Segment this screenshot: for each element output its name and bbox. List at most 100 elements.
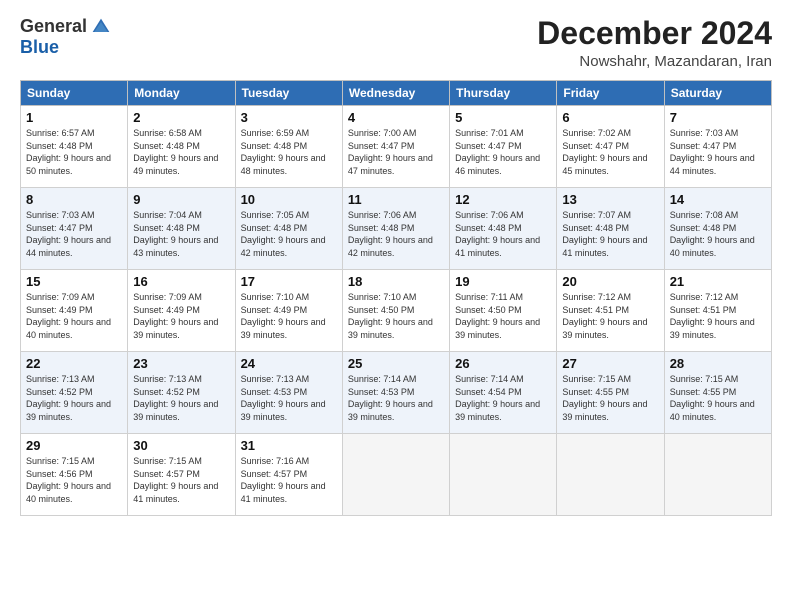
calendar-cell: 20Sunrise: 7:12 AMSunset: 4:51 PMDayligh… [557, 270, 664, 352]
calendar-cell: 12 Sunrise: 7:06 AMSunset: 4:48 PMDayligh… [450, 188, 557, 270]
day-number: 27 [562, 356, 658, 371]
calendar-cell [557, 434, 664, 516]
cell-info: Sunrise: 7:09 AMSunset: 4:49 PMDaylight:… [26, 291, 122, 341]
calendar-cell: 25 Sunrise: 7:14 AMSunset: 4:53 PMDayligh… [342, 352, 449, 434]
calendar-cell: 23 Sunrise: 7:13 AMSunset: 4:52 PMDayligh… [128, 352, 235, 434]
weekday-header-friday: Friday [557, 81, 664, 106]
calendar-cell: 30 Sunrise: 7:15 AMSunset: 4:57 PMDayligh… [128, 434, 235, 516]
day-number: 30 [133, 438, 229, 453]
title-block: December 2024 Nowshahr, Mazandaran, Iran [537, 16, 772, 70]
calendar-cell: 10 Sunrise: 7:05 AMSunset: 4:48 PMDayligh… [235, 188, 342, 270]
cell-info: Sunrise: 7:03 AMSunset: 4:47 PMDaylight:… [26, 209, 122, 259]
calendar-cell: 14 Sunrise: 7:08 AMSunset: 4:48 PMDayligh… [664, 188, 771, 270]
logo-general: General [20, 16, 87, 37]
cell-info: Sunrise: 7:13 AMSunset: 4:52 PMDaylight:… [133, 373, 229, 423]
calendar-cell: 31Sunrise: 7:16 AMSunset: 4:57 PMDayligh… [235, 434, 342, 516]
day-number: 25 [348, 356, 444, 371]
cell-info: Sunrise: 7:10 AMSunset: 4:49 PMDaylight:… [241, 291, 337, 341]
cell-info: Sunrise: 7:06 AMSunset: 4:48 PMDaylight:… [348, 209, 444, 259]
cell-info: Sunrise: 7:06 AMSunset: 4:48 PMDaylight:… [455, 209, 551, 259]
day-number: 9 [133, 192, 229, 207]
calendar-cell: 21Sunrise: 7:12 AMSunset: 4:51 PMDayligh… [664, 270, 771, 352]
calendar-cell [450, 434, 557, 516]
month-title: December 2024 [537, 16, 772, 51]
calendar-cell: 22 Sunrise: 7:13 AMSunset: 4:52 PMDayligh… [21, 352, 128, 434]
logo-blue: Blue [20, 37, 59, 58]
calendar-cell: 6 Sunrise: 7:02 AMSunset: 4:47 PMDaylight… [557, 106, 664, 188]
calendar-week-5: 29 Sunrise: 7:15 AMSunset: 4:56 PMDayligh… [21, 434, 772, 516]
day-number: 2 [133, 110, 229, 125]
calendar-cell: 18 Sunrise: 7:10 AMSunset: 4:50 PMDayligh… [342, 270, 449, 352]
calendar-week-2: 8 Sunrise: 7:03 AMSunset: 4:47 PMDaylight… [21, 188, 772, 270]
calendar-cell: 16 Sunrise: 7:09 AMSunset: 4:49 PMDayligh… [128, 270, 235, 352]
cell-info: Sunrise: 7:05 AMSunset: 4:48 PMDaylight:… [241, 209, 337, 259]
cell-info: Sunrise: 7:02 AMSunset: 4:47 PMDaylight:… [562, 127, 658, 177]
cell-info: Sunrise: 6:57 AMSunset: 4:48 PMDaylight:… [26, 127, 122, 177]
day-number: 19 [455, 274, 551, 289]
calendar-cell: 28 Sunrise: 7:15 AMSunset: 4:55 PMDayligh… [664, 352, 771, 434]
page: General Blue December 2024 Nowshahr, Maz… [0, 0, 792, 612]
day-number: 31 [241, 438, 337, 453]
day-number: 16 [133, 274, 229, 289]
cell-info: Sunrise: 7:15 AMSunset: 4:55 PMDaylight:… [670, 373, 766, 423]
day-number: 5 [455, 110, 551, 125]
day-number: 18 [348, 274, 444, 289]
cell-info: Sunrise: 6:58 AMSunset: 4:48 PMDaylight:… [133, 127, 229, 177]
calendar-cell: 17Sunrise: 7:10 AMSunset: 4:49 PMDayligh… [235, 270, 342, 352]
day-number: 12 [455, 192, 551, 207]
cell-info: Sunrise: 7:13 AMSunset: 4:52 PMDaylight:… [26, 373, 122, 423]
day-number: 15 [26, 274, 122, 289]
calendar-cell: 13 Sunrise: 7:07 AMSunset: 4:48 PMDayligh… [557, 188, 664, 270]
calendar-week-3: 15 Sunrise: 7:09 AMSunset: 4:49 PMDayligh… [21, 270, 772, 352]
logo: General Blue [20, 16, 111, 58]
calendar-cell: 7Sunrise: 7:03 AMSunset: 4:47 PMDaylight… [664, 106, 771, 188]
calendar-cell [342, 434, 449, 516]
cell-info: Sunrise: 7:09 AMSunset: 4:49 PMDaylight:… [133, 291, 229, 341]
cell-info: Sunrise: 7:04 AMSunset: 4:48 PMDaylight:… [133, 209, 229, 259]
cell-info: Sunrise: 7:12 AMSunset: 4:51 PMDaylight:… [562, 291, 658, 341]
cell-info: Sunrise: 7:00 AMSunset: 4:47 PMDaylight:… [348, 127, 444, 177]
day-number: 24 [241, 356, 337, 371]
location-subtitle: Nowshahr, Mazandaran, Iran [537, 53, 772, 70]
weekday-header-wednesday: Wednesday [342, 81, 449, 106]
day-number: 4 [348, 110, 444, 125]
calendar-cell: 11 Sunrise: 7:06 AMSunset: 4:48 PMDayligh… [342, 188, 449, 270]
cell-info: Sunrise: 7:11 AMSunset: 4:50 PMDaylight:… [455, 291, 551, 341]
cell-info: Sunrise: 7:14 AMSunset: 4:53 PMDaylight:… [348, 373, 444, 423]
day-number: 22 [26, 356, 122, 371]
cell-info: Sunrise: 7:15 AMSunset: 4:56 PMDaylight:… [26, 455, 122, 505]
logo-icon [91, 17, 111, 37]
calendar-cell: 9 Sunrise: 7:04 AMSunset: 4:48 PMDaylight… [128, 188, 235, 270]
calendar-cell: 4 Sunrise: 7:00 AMSunset: 4:47 PMDaylight… [342, 106, 449, 188]
calendar-week-4: 22 Sunrise: 7:13 AMSunset: 4:52 PMDayligh… [21, 352, 772, 434]
weekday-header-tuesday: Tuesday [235, 81, 342, 106]
day-number: 8 [26, 192, 122, 207]
day-number: 29 [26, 438, 122, 453]
day-number: 28 [670, 356, 766, 371]
day-number: 1 [26, 110, 122, 125]
calendar-cell: 29 Sunrise: 7:15 AMSunset: 4:56 PMDayligh… [21, 434, 128, 516]
cell-info: Sunrise: 7:10 AMSunset: 4:50 PMDaylight:… [348, 291, 444, 341]
cell-info: Sunrise: 7:07 AMSunset: 4:48 PMDaylight:… [562, 209, 658, 259]
day-number: 13 [562, 192, 658, 207]
day-number: 11 [348, 192, 444, 207]
weekday-header-thursday: Thursday [450, 81, 557, 106]
cell-info: Sunrise: 7:08 AMSunset: 4:48 PMDaylight:… [670, 209, 766, 259]
cell-info: Sunrise: 7:15 AMSunset: 4:57 PMDaylight:… [133, 455, 229, 505]
day-number: 10 [241, 192, 337, 207]
day-number: 7 [670, 110, 766, 125]
day-number: 6 [562, 110, 658, 125]
day-number: 21 [670, 274, 766, 289]
day-number: 23 [133, 356, 229, 371]
calendar-cell: 3Sunrise: 6:59 AMSunset: 4:48 PMDaylight… [235, 106, 342, 188]
weekday-header-sunday: Sunday [21, 81, 128, 106]
calendar-cell [664, 434, 771, 516]
weekday-header-saturday: Saturday [664, 81, 771, 106]
day-number: 14 [670, 192, 766, 207]
calendar-cell: 19 Sunrise: 7:11 AMSunset: 4:50 PMDayligh… [450, 270, 557, 352]
cell-info: Sunrise: 7:15 AMSunset: 4:55 PMDaylight:… [562, 373, 658, 423]
calendar-cell: 2 Sunrise: 6:58 AMSunset: 4:48 PMDaylight… [128, 106, 235, 188]
calendar-cell: 8 Sunrise: 7:03 AMSunset: 4:47 PMDaylight… [21, 188, 128, 270]
calendar-cell: 27 Sunrise: 7:15 AMSunset: 4:55 PMDayligh… [557, 352, 664, 434]
calendar: SundayMondayTuesdayWednesdayThursdayFrid… [20, 80, 772, 516]
